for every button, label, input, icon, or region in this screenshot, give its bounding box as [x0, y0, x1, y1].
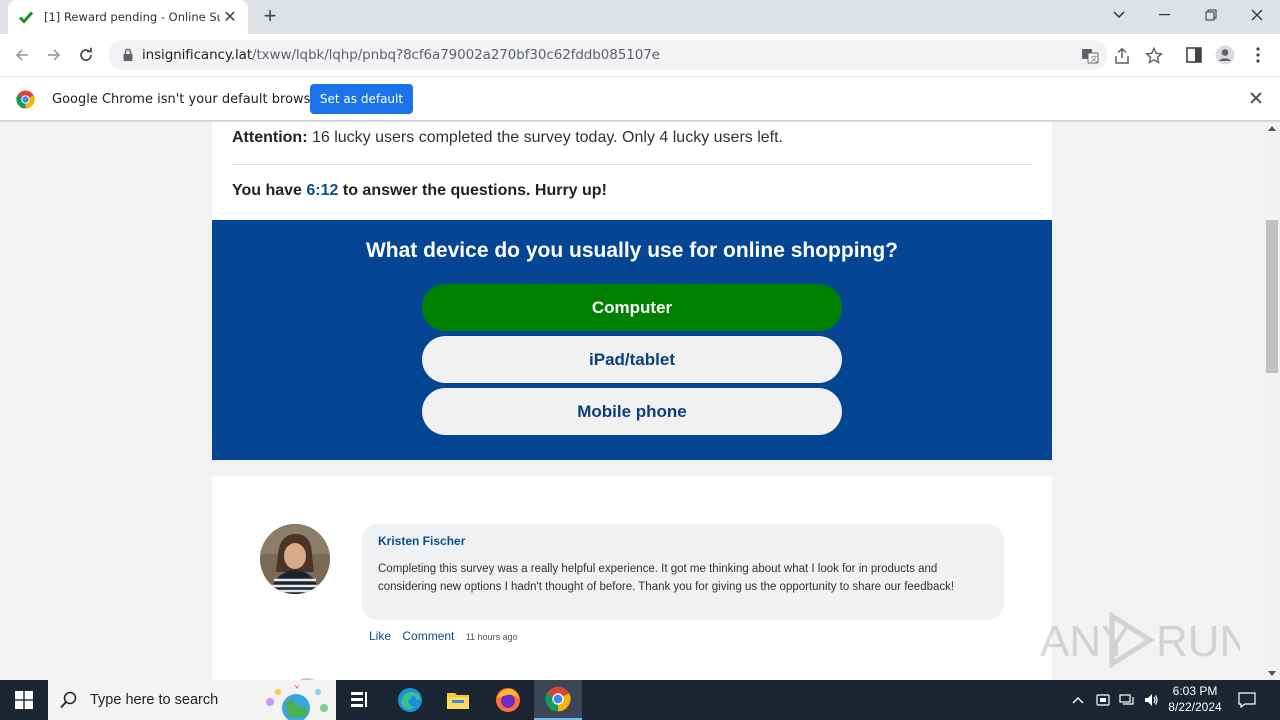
chrome-taskbar-icon[interactable] — [534, 680, 582, 720]
taskbar-clock[interactable]: 6:03 PM 8/22/2024 — [1163, 683, 1227, 715]
comments-card: Kristen Fischer Completing this survey w… — [212, 476, 1052, 680]
tab-title: [1] Reward pending - Online Sur — [44, 10, 220, 24]
comment-timestamp: 11 hours ago — [465, 632, 518, 642]
lock-icon[interactable] — [120, 47, 136, 63]
meet-now-icon[interactable] — [1092, 680, 1114, 720]
url-path: /txww/lqbk/lqhp/pnbq?8cf6a79002a270bf30c… — [252, 47, 660, 63]
question-text: What device do you usually use for onlin… — [365, 239, 899, 262]
new-tab-icon[interactable]: + — [258, 5, 282, 29]
tray-chevron-icon[interactable] — [1068, 680, 1088, 720]
url-domain: insignificancy.lat — [142, 47, 253, 63]
like-link[interactable]: Like — [369, 629, 391, 643]
scroll-up-arrow-icon[interactable] — [1268, 126, 1276, 131]
timer-suffix: to answer the questions. Hurry up! — [338, 182, 607, 199]
search-icon — [60, 691, 77, 709]
clock-time: 6:03 PM — [1172, 684, 1218, 698]
attention-notice: Attention: 16 lucky users completed the … — [232, 129, 783, 147]
checkmark-icon — [18, 11, 34, 24]
timer-prefix: You have — [232, 182, 307, 199]
task-view-icon[interactable] — [336, 680, 384, 720]
edge-icon[interactable] — [386, 680, 434, 720]
clock-date: 8/22/2024 — [1168, 700, 1222, 714]
minimize-icon[interactable] — [1142, 0, 1188, 30]
search-placeholder: Type here to search — [90, 692, 219, 708]
tab-search-icon[interactable] — [1096, 0, 1142, 30]
set-default-button[interactable]: Set as default — [310, 84, 413, 114]
restore-icon[interactable] — [1188, 0, 1234, 30]
menu-kebab-icon[interactable] — [1248, 45, 1268, 65]
question-panel: What device do you usually use for onlin… — [212, 220, 1052, 460]
tab-strip: [1] Reward pending - Online Sur ✕ + — [0, 0, 1280, 34]
forward-icon[interactable] — [41, 42, 67, 68]
avatar — [260, 524, 330, 594]
translate-icon[interactable]: 文 — [1081, 47, 1099, 65]
comment-author[interactable]: Kristen Fischer — [378, 534, 988, 548]
share-icon[interactable] — [1113, 47, 1131, 65]
network-icon[interactable] — [1116, 680, 1138, 720]
volume-icon[interactable] — [1140, 680, 1162, 720]
countdown-timer: 6:12 — [306, 182, 339, 199]
notification-icon[interactable] — [1232, 680, 1262, 720]
windows-taskbar: Type here to search 6:03 PM 8/22/2024 — [0, 680, 1280, 720]
firefox-icon[interactable] — [484, 680, 532, 720]
survey-header-card: Attention: 16 lucky users completed the … — [212, 122, 1052, 220]
page-viewport: Attention: 16 lucky users completed the … — [0, 122, 1264, 680]
address-bar[interactable]: insignificancy.lat/txww/lqbk/lqhp/pnbq?8… — [108, 40, 1163, 70]
anyrun-watermark: ANY RUN — [1040, 611, 1240, 669]
search-highlight-globe-icon — [266, 684, 328, 720]
browser-toolbar: insignificancy.lat/txww/lqbk/lqhp/pnbq?8… — [0, 34, 1280, 76]
page-scrollbar[interactable] — [1264, 122, 1280, 680]
reload-icon[interactable] — [73, 42, 99, 68]
start-button[interactable] — [0, 680, 48, 720]
scroll-down-arrow-icon[interactable] — [1268, 671, 1276, 676]
answer-tablet-button[interactable]: iPad/tablet — [422, 336, 842, 383]
default-browser-infobar: Google Chrome isn't your default browser… — [0, 76, 1280, 121]
comment-bubble: Kristen Fischer Completing this survey w… — [362, 524, 1004, 620]
url-text: insignificancy.lat/txww/lqbk/lqhp/pnbq?8… — [142, 47, 660, 63]
infobar-message: Google Chrome isn't your default browser — [52, 92, 324, 107]
tab-close-icon[interactable]: ✕ — [222, 7, 238, 27]
file-explorer-icon[interactable] — [434, 680, 482, 720]
comment-actions: Like Comment 11 hours ago — [369, 629, 526, 643]
attention-label: Attention: — [232, 129, 308, 146]
divider — [232, 164, 1032, 165]
profile-avatar-icon[interactable] — [1215, 45, 1235, 65]
attention-text: 16 lucky users completed the survey toda… — [307, 129, 783, 146]
comment-link[interactable]: Comment — [402, 629, 454, 643]
close-window-icon[interactable] — [1234, 0, 1280, 30]
svg-text:文: 文 — [1091, 54, 1098, 63]
answer-computer-button[interactable]: Computer — [422, 284, 842, 331]
windows-logo-icon — [15, 691, 33, 709]
answer-mobile-button[interactable]: Mobile phone — [422, 388, 842, 435]
infobar-close-icon[interactable] — [1248, 90, 1264, 106]
back-icon[interactable] — [9, 42, 35, 68]
side-panel-icon[interactable] — [1184, 45, 1204, 65]
scrollbar-thumb[interactable] — [1266, 220, 1278, 373]
chrome-logo-icon — [16, 90, 35, 109]
comment-text: Completing this survey was a really help… — [378, 563, 955, 593]
timer-notice: You have 6:12 to answer the questions. H… — [232, 182, 607, 200]
browser-tab[interactable]: [1] Reward pending - Online Sur ✕ — [8, 0, 248, 34]
taskbar-search-box[interactable]: Type here to search — [48, 680, 336, 720]
bookmark-star-icon[interactable] — [1145, 47, 1163, 65]
watermark-text-run: RUN — [1156, 617, 1240, 666]
